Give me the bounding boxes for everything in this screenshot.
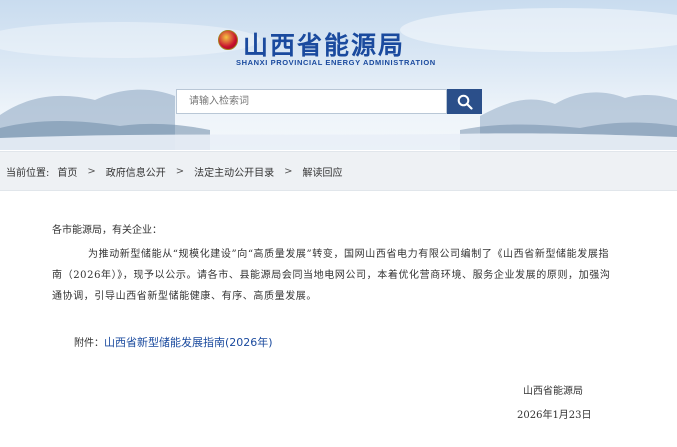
site-subtitle: SHANXI PROVINCIAL ENERGY ADMINISTRATION: [236, 58, 436, 67]
search-icon: [457, 94, 473, 110]
breadcrumb: 当前位置: 首页 > 政府信息公开 > 法定主动公开目录 > 解读回应: [0, 151, 677, 191]
attachment-link[interactable]: 山西省新型储能发展指南(2026年): [104, 336, 273, 349]
breadcrumb-separator: >: [87, 165, 96, 177]
breadcrumb-current[interactable]: 解读回应: [303, 164, 343, 179]
breadcrumb-separator: >: [175, 165, 185, 177]
breadcrumb-prefix: 当前位置:: [6, 167, 50, 179]
breadcrumb-gov-info[interactable]: 政府信息公开: [106, 164, 166, 179]
site-title: 山西省能源局: [243, 31, 406, 60]
breadcrumb-home[interactable]: 首页: [57, 164, 77, 179]
header-banner: 山西省能源局 SHANXI PROVINCIAL ENERGY ADMINIST…: [0, 0, 677, 150]
search-input[interactable]: [176, 89, 447, 114]
mountain-landscape-image: [0, 8, 677, 150]
article-content: 各市能源局，有关企业： 为推动新型储能从“规模化建设”向“高质量发展”转变，国网…: [0, 191, 677, 447]
attachment: 附件：山西省新型储能发展指南(2026年): [74, 334, 273, 350]
attachment-label: 附件：: [74, 338, 104, 349]
breadcrumb-catalog[interactable]: 法定主动公开目录: [194, 164, 274, 179]
article-salutation: 各市能源局，有关企业：: [52, 225, 162, 236]
search-button[interactable]: [447, 89, 482, 114]
breadcrumb-separator: >: [284, 165, 293, 177]
emblem-icon: [218, 30, 238, 50]
article-body: 为推动新型储能从“规模化建设”向“高质量发展”转变，国网山西省电力有限公司编制了…: [52, 249, 611, 302]
signature-date: 2026年1月23日: [517, 410, 592, 421]
signature-org: 山西省能源局: [523, 386, 583, 397]
